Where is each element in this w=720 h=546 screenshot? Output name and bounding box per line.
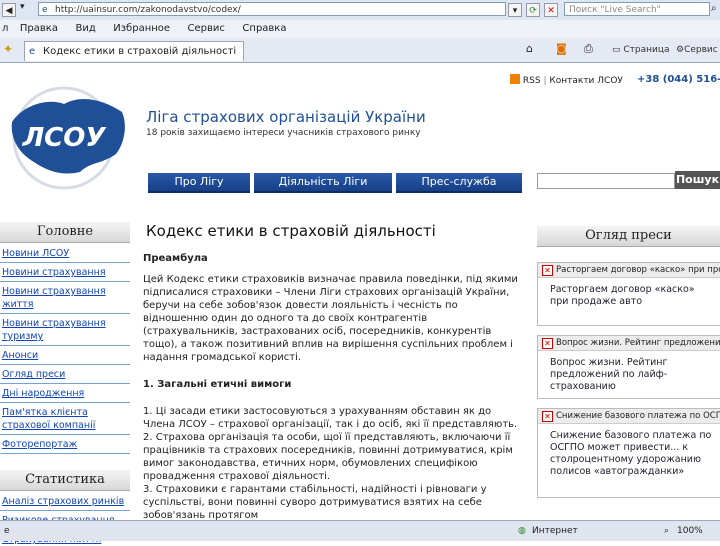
page-menu[interactable]: ▭ Страница bbox=[612, 43, 670, 57]
sidebar-item-photo-report[interactable]: Фоторепортаж bbox=[0, 438, 130, 454]
zoom-icon[interactable]: ⌕ bbox=[664, 521, 669, 541]
feeds-icon[interactable]: ◙ bbox=[556, 42, 567, 55]
url-input[interactable]: e http://uainsur.com/zakonodavstvo/codex… bbox=[38, 2, 506, 16]
menu-bar: л Правка Вид Избранное Сервис Справка bbox=[0, 20, 720, 39]
preamble-text: Цей Кодекс етики страховиків визначає пр… bbox=[143, 274, 518, 363]
press-item[interactable]: ✕Расторгаем договор «каско» при продаже … bbox=[537, 262, 720, 326]
url-text: http://uainsur.com/zakonodavstvo/codex/ bbox=[55, 5, 241, 15]
page-menu-icon: ▭ bbox=[612, 45, 624, 55]
site-subtitle: 18 років захищаємо інтереси учасників ст… bbox=[146, 128, 421, 138]
search-button[interactable]: Пошук bbox=[675, 171, 720, 189]
preamble-heading: Преамбула bbox=[143, 253, 208, 264]
sidebar-item-birthdays[interactable]: Дні народження bbox=[0, 387, 130, 403]
security-zone: Интернет bbox=[532, 526, 578, 536]
stop-icon[interactable]: ✕ bbox=[544, 3, 558, 17]
home-icon[interactable]: ⌂ bbox=[526, 42, 533, 55]
internet-zone-icon: ◍ bbox=[518, 526, 526, 536]
print-icon[interactable]: ⎙ bbox=[584, 42, 593, 56]
tab-page-icon: e bbox=[29, 46, 36, 57]
press-item-image: ✕Расторгаем договор «каско» при продаже … bbox=[538, 263, 720, 278]
tools-menu-label: Сервис bbox=[684, 45, 718, 55]
tab-bar: ✦ e Кодекс етики в страховій діяльності … bbox=[0, 38, 720, 63]
menu-item-favorites[interactable]: Избранное bbox=[113, 20, 170, 38]
dropdown-icon[interactable]: ▾ bbox=[20, 2, 25, 12]
tab-title: Кодекс етики в страховій діяльності bbox=[43, 46, 237, 57]
page-menu-label: Страница bbox=[623, 45, 670, 55]
live-search-input[interactable]: Поиск "Live Search" bbox=[564, 2, 710, 16]
menu-item-edit[interactable]: Правка bbox=[20, 20, 58, 38]
status-page-icon: e bbox=[4, 526, 10, 536]
press-item-image: ✕Вопрос жизни. Рейтинг предложений по ла… bbox=[538, 336, 720, 351]
article-item-3: 3. Страховики є гарантами стабільності, … bbox=[143, 484, 487, 521]
logo-text: ЛСОУ bbox=[22, 123, 108, 153]
press-item-image: ✕Снижение базового платежа по ОСГПО може… bbox=[538, 409, 720, 424]
search-go-icon[interactable]: ⌕ bbox=[711, 3, 717, 14]
tools-menu[interactable]: ⚙Сервис bbox=[676, 43, 718, 57]
section-heading: 1. Загальні етичні вимоги bbox=[143, 379, 292, 390]
back-icon[interactable]: ◀ bbox=[2, 3, 16, 17]
page-icon: e bbox=[42, 5, 48, 15]
zoom-level[interactable]: 100% bbox=[677, 521, 703, 541]
nav-about[interactable]: Про Лігу bbox=[148, 173, 250, 193]
sidebar-item-insurance-news[interactable]: Новини страхування bbox=[0, 266, 130, 282]
browser-tab[interactable]: e Кодекс етики в страховій діяльності bbox=[24, 41, 244, 61]
press-item-link[interactable]: Расторгаем договор «каско» при продаже а… bbox=[538, 278, 720, 314]
page-title: Кодекс етики в страховій діяльності bbox=[146, 222, 436, 240]
menu-item-view[interactable]: Вид bbox=[75, 20, 95, 38]
article-body: Преамбула Цей Кодекс етики страховиків в… bbox=[143, 252, 523, 522]
sidebar-main-heading: Головне bbox=[0, 222, 130, 243]
press-item[interactable]: ✕Снижение базового платежа по ОСГПО може… bbox=[537, 408, 720, 498]
nav-press[interactable]: Прес-служба bbox=[396, 173, 522, 193]
press-heading: Огляд преси bbox=[537, 226, 720, 247]
article-item-2: 2. Страхова організація та особи, щої її… bbox=[143, 432, 513, 482]
press-review: Огляд преси bbox=[537, 226, 720, 247]
sidebar-item-market-analysis[interactable]: Аналіз страхових ринків bbox=[0, 495, 130, 511]
menu-item-file[interactable]: л bbox=[2, 20, 8, 38]
broken-image-icon: ✕ bbox=[542, 265, 553, 276]
sidebar-item-press-review[interactable]: Огляд преси bbox=[0, 368, 130, 384]
top-links: RSS | Контакти ЛСОУ bbox=[510, 74, 623, 86]
press-item-link[interactable]: Вопрос жизни. Рейтинг предложений по лай… bbox=[538, 351, 720, 399]
status-bar: e ◍ Интернет ⌕ 100% bbox=[0, 520, 720, 541]
press-item[interactable]: ✕Вопрос жизни. Рейтинг предложений по ла… bbox=[537, 335, 720, 399]
rss-link[interactable]: RSS bbox=[523, 76, 541, 86]
sidebar-item-client-memo[interactable]: Пам'ятка клієнта страхової компанії bbox=[0, 406, 130, 435]
site-search-input[interactable] bbox=[537, 173, 675, 189]
menu-item-tools[interactable]: Сервис bbox=[188, 20, 225, 38]
nav-activity[interactable]: Діяльність Ліги bbox=[254, 173, 392, 193]
sidebar-item-life-news[interactable]: Новини страхування життя bbox=[0, 285, 130, 314]
refresh-icon[interactable]: ⟳ bbox=[526, 3, 540, 17]
article-item-1: 1. Ці засади етики застосовуються з урах… bbox=[143, 406, 518, 430]
sidebar-item-tourism-news[interactable]: Новини страхування туризму bbox=[0, 317, 130, 346]
press-item-alt: Снижение базового платежа по ОСГПО может… bbox=[556, 411, 720, 421]
menu-item-help[interactable]: Справка bbox=[242, 20, 286, 38]
contacts-link[interactable]: Контакти ЛСОУ bbox=[549, 76, 623, 86]
favorites-star-icon[interactable]: ✦ bbox=[3, 42, 13, 56]
rss-icon[interactable] bbox=[510, 74, 520, 84]
url-dropdown-icon[interactable]: ▾ bbox=[508, 3, 522, 17]
press-item-alt: Вопрос жизни. Рейтинг предложений по лай… bbox=[556, 338, 720, 348]
site-logo[interactable]: ЛСОУ bbox=[4, 82, 134, 194]
broken-image-icon: ✕ bbox=[542, 338, 553, 349]
broken-image-icon: ✕ bbox=[542, 411, 553, 422]
phone-number: +38 (044) 516-82-38 bbox=[637, 74, 720, 85]
gear-icon: ⚙ bbox=[676, 45, 685, 55]
address-bar-row: ◀ ▾ e http://uainsur.com/zakonodavstvo/c… bbox=[0, 0, 720, 21]
sidebar: Головне Новини ЛСОУ Новини страхування Н… bbox=[0, 222, 130, 546]
press-item-alt: Расторгаем договор «каско» при продаже а… bbox=[556, 265, 720, 275]
sidebar-item-lsou-news[interactable]: Новини ЛСОУ bbox=[0, 247, 130, 263]
sidebar-item-announcements[interactable]: Анонси bbox=[0, 349, 130, 365]
site-title[interactable]: Ліга страхових організацій України bbox=[146, 108, 426, 126]
sidebar-stats-heading: Статистика bbox=[0, 470, 130, 491]
press-item-link[interactable]: Снижение базового платежа по ОСГПО может… bbox=[538, 424, 720, 484]
